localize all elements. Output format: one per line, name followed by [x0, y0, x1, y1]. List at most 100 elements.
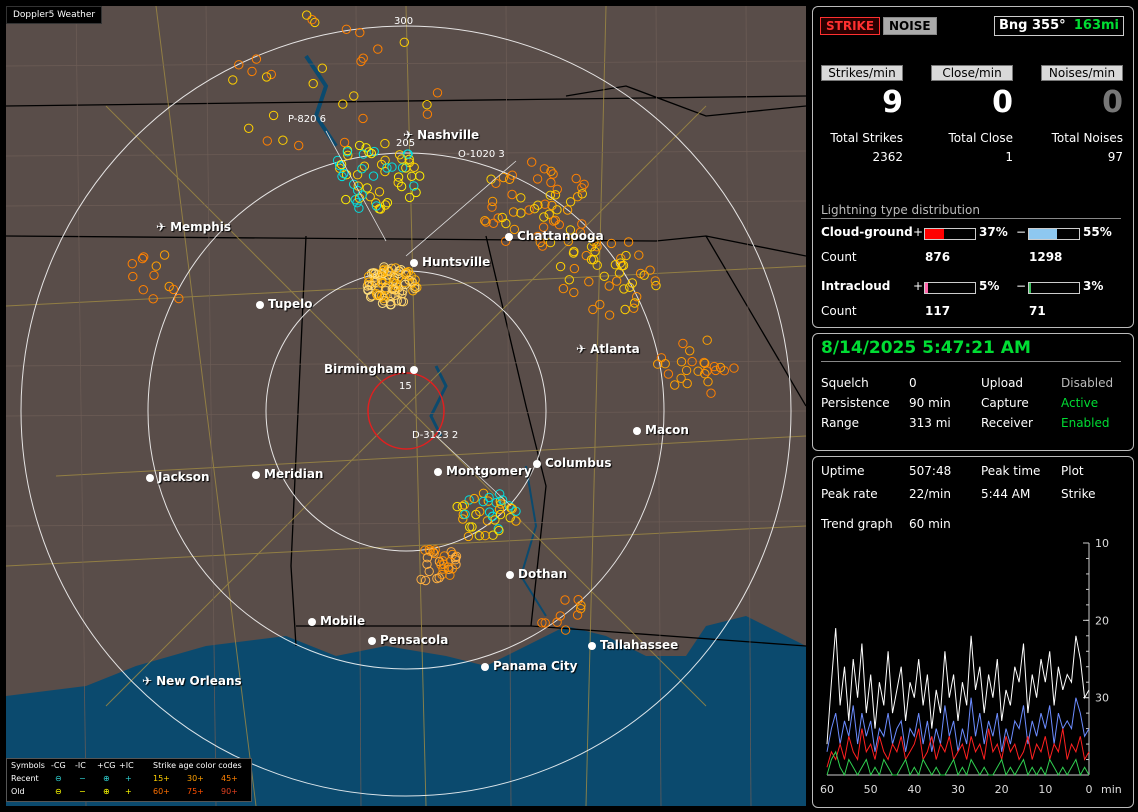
city-label: Birmingham: [324, 362, 407, 376]
cg-count-label: Count: [821, 250, 857, 264]
strike-symbol: [650, 276, 660, 286]
peak-time-label: Peak time: [981, 464, 1041, 478]
strike-symbol: [415, 171, 425, 181]
city-label: Mobile: [320, 614, 366, 628]
strike-symbol: [577, 219, 587, 229]
ic-minus-sign: −: [1016, 279, 1027, 293]
city-pensacola: Pensacola: [368, 633, 448, 647]
plot-value[interactable]: Strike: [1061, 487, 1096, 501]
city-montgomery: Montgomery: [434, 464, 532, 478]
age-code: 90+: [221, 787, 238, 796]
strikes-per-min-value: 9: [882, 85, 903, 120]
range-label-inner: 15: [399, 381, 412, 392]
age-code: 45+: [221, 774, 238, 783]
city-dot-icon: [533, 460, 541, 468]
airport-icon: ✈: [156, 220, 167, 234]
cg-plus-sign: +: [913, 225, 924, 239]
strike-button[interactable]: STRIKE: [820, 17, 881, 35]
intracloud-label: Intracloud: [821, 279, 891, 293]
city-label: Nashville: [417, 128, 480, 142]
strike-symbol: [623, 237, 634, 247]
divider: [821, 361, 1121, 362]
strike-symbol: [480, 530, 490, 541]
noise-button[interactable]: NOISE: [883, 17, 937, 35]
strike-symbol: [357, 164, 367, 174]
cg-minus-sign: −: [1016, 225, 1027, 239]
strike-symbol: [685, 346, 695, 356]
strike-symbol: [560, 595, 570, 605]
strike-symbol: [261, 72, 272, 82]
strike-symbol: [460, 509, 470, 519]
plus-ic-icon: +: [125, 774, 132, 783]
plus-ic-icon: +: [125, 787, 132, 796]
city-dot-icon: [146, 474, 154, 482]
legend-col: +CG: [97, 761, 116, 770]
cg-negative-count: 1298: [1029, 250, 1063, 264]
river: [519, 465, 547, 617]
strike-symbol: [645, 265, 655, 275]
strike-symbol: [469, 493, 479, 504]
strike-symbol: [464, 495, 474, 505]
divider: [821, 218, 1121, 219]
strike-symbol: [558, 283, 569, 294]
datetime: 8/14/2025 5:47:21 AM: [821, 338, 1031, 358]
strike-symbol: [387, 162, 397, 172]
city-chattanooga: Chattanooga: [505, 229, 604, 243]
strike-symbol: [621, 250, 631, 261]
strike-symbol: [278, 135, 288, 145]
strike-symbol: [294, 140, 304, 151]
strike-symbol: [478, 496, 488, 507]
noises-per-min-value: 0: [1102, 85, 1123, 120]
minus-cg-icon: ⊖: [55, 787, 62, 796]
strike-symbol: [604, 281, 614, 291]
strike-symbol: [341, 24, 352, 34]
strike-symbol: [354, 203, 364, 213]
total-strikes-label: Total Strikes: [830, 131, 903, 145]
strike-symbol: [702, 335, 712, 345]
setting-value: 0: [909, 376, 917, 390]
trend-graph-label: Trend graph: [821, 517, 893, 531]
minus-ic-icon: −: [79, 774, 86, 783]
x-unit-label: min: [1101, 783, 1122, 796]
city-label: Tupelo: [268, 297, 313, 311]
legend-old-label: Old: [11, 787, 25, 796]
city-panama-city: Panama City: [481, 659, 577, 673]
strike-symbol: [550, 190, 561, 200]
airport-icon: ✈: [142, 674, 153, 688]
strike-symbol: [407, 171, 417, 182]
city-dot-icon: [506, 571, 514, 579]
y-tick-label: 10: [1095, 539, 1109, 550]
city-dot-icon: [505, 233, 513, 241]
city-label: Panama City: [493, 659, 578, 673]
strike-symbol: [268, 110, 279, 121]
strike-symbol: [317, 63, 327, 73]
legend-recent-label: Recent: [11, 774, 39, 783]
strike-flag[interactable]: D-3123 2: [412, 430, 458, 441]
setting-label: Persistence: [821, 396, 890, 410]
city-dot-icon: [368, 637, 376, 645]
city-nashville: ✈ Nashville: [403, 128, 479, 142]
strike-symbol: [266, 69, 276, 80]
strike-symbol: [308, 78, 318, 89]
peak-rate-value: 22/min: [909, 487, 951, 501]
strike-flag[interactable]: O-1020 3: [458, 149, 505, 160]
distribution-title: Lightning type distribution: [821, 203, 980, 217]
strike-symbol: [409, 162, 419, 173]
city-dot-icon: [588, 642, 596, 650]
city-jackson: Jackson: [146, 470, 210, 484]
setting-label: Range: [821, 416, 860, 430]
city-label: Tallahassee: [600, 638, 679, 652]
city-dot-icon: [481, 663, 489, 671]
uptime-value: 507:48: [909, 464, 952, 478]
strike-flag[interactable]: P-820 6: [288, 114, 326, 125]
strike-symbol: [546, 177, 556, 188]
lightning-map[interactable]: 300 205 15 P-820 6 O-1020 3 D-3123 2 ✈ Na…: [6, 6, 806, 806]
city-dot-icon: [633, 427, 641, 435]
ic-positive-pct: 5%: [979, 279, 1000, 293]
ic-negative-pct: 3%: [1083, 279, 1104, 293]
strike-symbol: [516, 193, 526, 203]
strike-symbol: [373, 44, 383, 54]
strike-symbol: [228, 75, 238, 85]
strike-symbol: [588, 304, 598, 315]
strike-symbol: [393, 172, 404, 182]
